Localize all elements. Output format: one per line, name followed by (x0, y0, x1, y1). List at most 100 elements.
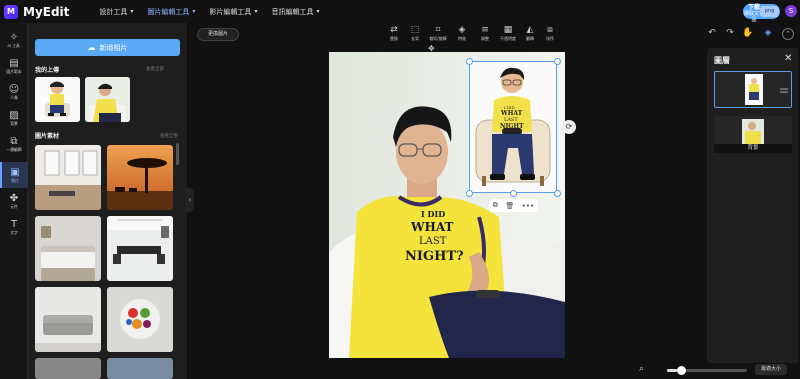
replace-image-button[interactable]: 更換圖片 (197, 28, 239, 41)
tool-label: 去背 (411, 36, 419, 41)
rail-one-click-edit[interactable]: ⧉ 一鍵編輯 (0, 131, 28, 157)
upload-thumb-sticker[interactable] (35, 77, 80, 122)
layer-item-background[interactable]: 背景 (714, 116, 792, 153)
rail-portrait[interactable]: ☺ 人像 (0, 79, 28, 105)
panel-scrollbar[interactable] (176, 143, 179, 165)
nav-design-tools[interactable]: 設計工具 ▾ (99, 7, 133, 17)
portrait-icon: ☺ (8, 83, 20, 95)
collapse-panel-button[interactable]: ‹ (186, 188, 194, 212)
tool-crop[interactable]: ⌗ 裁切/旋轉 (428, 25, 448, 45)
add-photo-label: 新增相片 (99, 43, 128, 52)
chevron-down-icon: ▾ (130, 8, 134, 15)
rotate-icon[interactable]: ⟳ (562, 120, 576, 134)
elements-icon: ✤ (9, 192, 19, 204)
logo[interactable]: M MyEdit (4, 4, 70, 19)
redo-icon[interactable]: ↷ (724, 28, 736, 38)
move-icon[interactable]: ✥ (428, 44, 435, 53)
material-thumb-office[interactable] (107, 216, 173, 281)
material-thumb-fruit-bowl[interactable] (107, 287, 173, 352)
chevron-down-icon: ▾ (254, 8, 258, 15)
photo-panel: ☁ 新增相片 我的上傳 查看全部 圖片素材 查看全部 (28, 23, 187, 379)
more-icon[interactable]: ••• (522, 202, 534, 210)
trash-icon[interactable]: 🗑 (505, 202, 514, 210)
tool-flip[interactable]: ◭ 翻轉 (520, 25, 540, 45)
background-icon: ▨ (9, 109, 19, 121)
format-select[interactable]: png (760, 6, 779, 17)
magic-wand-icon: ✧ (9, 31, 19, 43)
nav-audio-tools[interactable]: 音訊編輯工具 ▾ (271, 7, 319, 17)
left-rail: ✧ AI 工具 ▤ 圖片範本 ☺ 人像 ▨ 背景 ⧉ 一鍵編輯 ▣ 照片 ✤ 元件 T 文字 (0, 23, 28, 379)
nav-image-tools[interactable]: 圖片編輯工具 ▾ (147, 7, 195, 17)
opacity-icon: ▦ (503, 25, 513, 35)
resize-handle-tl[interactable] (466, 58, 473, 65)
resize-handle-bottom[interactable] (510, 190, 517, 197)
material-thumb-sofa[interactable] (35, 287, 101, 352)
nav-label: 影片編輯工具 (209, 7, 252, 16)
effects-icon: ◈ (458, 25, 466, 35)
tool-replace[interactable]: ⇄ 替換 (384, 25, 404, 45)
see-all-materials-link[interactable]: 查看全部 (160, 133, 178, 139)
rail-label: 圖片範本 (6, 68, 22, 74)
layer-item-sticker[interactable] (714, 71, 792, 108)
fit-size-button[interactable]: 最適大小 (755, 364, 787, 375)
rail-templates[interactable]: ▤ 圖片範本 (0, 53, 28, 79)
flip-icon: ◭ (526, 25, 534, 35)
tool-remove-bg[interactable]: ⬚ 去背 (405, 25, 425, 45)
undo-icon[interactable]: ↶ (706, 28, 718, 38)
zoom-icon[interactable]: ⌕ (639, 364, 644, 374)
text-icon: T (10, 218, 18, 230)
hand-icon[interactable]: ✋ (742, 28, 754, 38)
zoom-slider-knob[interactable] (676, 366, 686, 375)
app-name: MyEdit (23, 4, 70, 19)
material-thumb-savanna[interactable] (107, 145, 173, 210)
nav-video-tools[interactable]: 影片編輯工具 ▾ (209, 7, 257, 17)
edit-toolbar: 更換圖片 ⇄ 替換 ⬚ 去背 ⌗ 裁切/旋轉 ◈ 特效 ≡ 調整 ▦ 不透明度 ◭ 翻轉 ⧈ 排… (194, 23, 707, 46)
tool-label: 裁切/旋轉 (429, 36, 447, 41)
resize-handle-bl[interactable] (466, 190, 473, 197)
rail-ai-tools[interactable]: ✧ AI 工具 (0, 27, 28, 53)
template-icon: ▤ (9, 57, 19, 69)
material-thumb-bedroom[interactable] (35, 216, 101, 281)
zoom-slider[interactable] (667, 366, 747, 375)
rail-label: 一鍵編輯 (6, 146, 22, 152)
avatar[interactable]: S (785, 5, 797, 17)
collapse-up-icon[interactable]: ⌃ (782, 28, 794, 40)
selection-box[interactable] (469, 61, 557, 193)
adjust-icon: ≡ (481, 25, 489, 35)
shirt-text-1: I DID (421, 209, 445, 219)
tool-opacity[interactable]: ▦ 不透明度 (498, 25, 518, 45)
logo-icon: M (4, 4, 18, 19)
app-root: M MyEdit 設計工具 ▾ 圖片編輯工具 ▾ 影片編輯工具 ▾ 音訊編輯工具 ▾ 下… (0, 0, 800, 379)
rail-label: 元件 (10, 203, 18, 209)
resize-handle-br[interactable] (554, 190, 561, 197)
add-photo-button[interactable]: ☁ 新增相片 (35, 39, 180, 56)
rail-photos[interactable]: ▣ 照片 (0, 162, 28, 188)
rail-background[interactable]: ▨ 背景 (0, 105, 28, 131)
crop-icon: ⌗ (435, 25, 441, 35)
tool-label: 替換 (390, 36, 398, 41)
nav-label: 圖片編輯工具 (147, 7, 190, 16)
material-thumb-living-room[interactable] (35, 145, 101, 210)
close-icon[interactable]: ✕ (784, 53, 792, 64)
tool-arrange[interactable]: ⧈ 排序 (540, 25, 560, 45)
layer-label: 背景 (714, 144, 792, 153)
rail-elements[interactable]: ✤ 元件 (0, 188, 28, 214)
rail-label: 照片 (11, 177, 19, 183)
tool-effects[interactable]: ◈ 特效 (452, 25, 472, 45)
material-thumb-partial-1[interactable] (35, 358, 101, 379)
shirt-text-3: LAST (419, 236, 447, 247)
layers-title: 圖層 (714, 56, 730, 65)
rail-text[interactable]: T 文字 (0, 214, 28, 240)
rail-label: 人像 (10, 94, 18, 100)
see-all-uploads-link[interactable]: 查看全部 (146, 66, 164, 72)
materials-title: 圖片素材 (35, 133, 60, 140)
layers-panel: 圖層 ✕ 背景 (707, 48, 798, 363)
material-thumb-partial-2[interactable] (107, 358, 173, 379)
tool-label: 調整 (481, 36, 489, 41)
layers-icon[interactable]: ◈ (762, 28, 774, 38)
tool-adjust[interactable]: ≡ 調整 (475, 25, 495, 45)
cloud-upload-icon: ☁ (87, 43, 96, 52)
resize-handle-tr[interactable] (554, 58, 561, 65)
duplicate-icon[interactable]: ⧉ (493, 201, 498, 210)
upload-thumb-photo[interactable] (85, 77, 130, 122)
